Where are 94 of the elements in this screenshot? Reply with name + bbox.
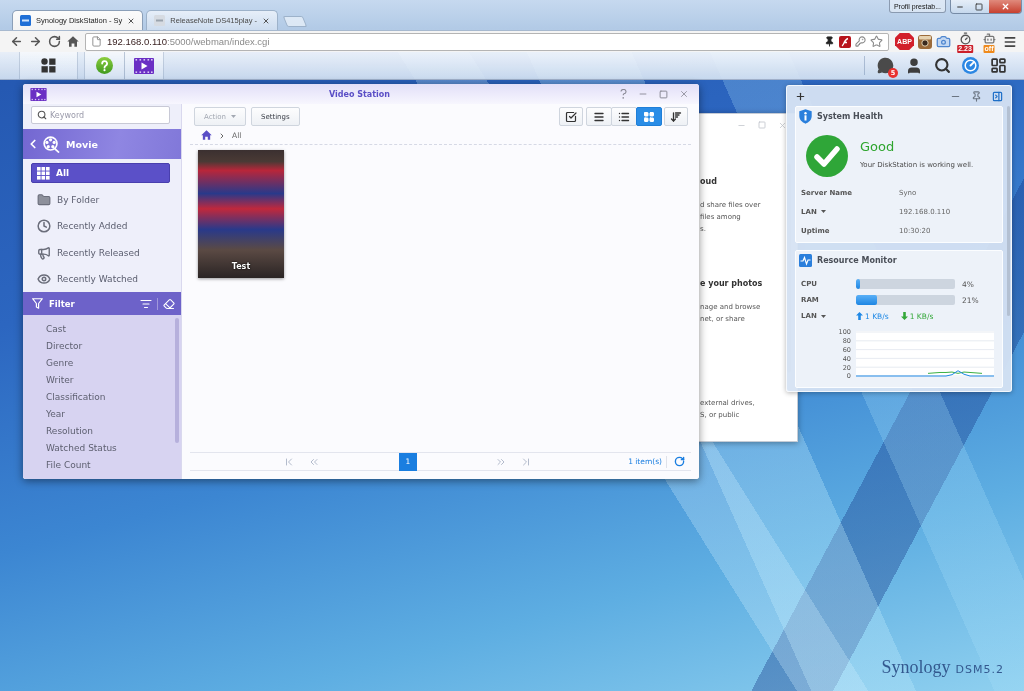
video-thumbnail[interactable]: Test [198,150,284,278]
filter-item[interactable]: Year [46,406,181,424]
sort-button[interactable] [664,107,688,126]
close-icon [1000,2,1010,11]
maximize-icon [975,2,983,11]
page-icon [91,36,102,47]
refresh-icon[interactable] [674,456,685,467]
taskbar-button[interactable] [19,52,78,79]
forward-icon[interactable] [29,35,42,48]
filter-item[interactable]: Director [46,338,181,356]
search-field[interactable]: Keyword [31,106,170,124]
panel-collapse-icon[interactable] [992,90,1003,102]
reload-icon[interactable] [48,35,61,48]
checkbox-icon [565,110,577,123]
filter-item[interactable]: Cast [46,321,181,339]
page-icon [20,15,31,26]
grid-icon [37,166,50,180]
version-text: DSM5.2 [955,663,1004,676]
library-title: Movie [66,138,98,150]
film-reel-icon [43,135,60,153]
panels-layout-icon[interactable] [990,57,1007,74]
health-status: Good [860,138,895,155]
filter-item[interactable]: Writer [46,372,181,390]
back-icon[interactable] [10,35,23,48]
key-icon[interactable] [855,36,866,47]
bookmark-star-icon[interactable] [870,35,883,48]
maximize-button[interactable] [969,0,989,13]
scrollbar[interactable] [175,318,179,444]
pin-icon[interactable] [824,36,835,47]
folder-icon [37,192,51,207]
filter-item[interactable]: Genre [46,355,181,373]
info-shield-icon [799,109,812,124]
stopwatch-icon[interactable] [958,31,972,45]
eraser-icon[interactable] [163,297,175,310]
caret-icon [230,115,236,118]
robot-icon[interactable] [982,31,996,45]
filter-title: Filter [49,298,75,309]
film-play-icon [30,87,47,101]
search-icon[interactable] [934,57,951,74]
close-tab-icon[interactable] [127,16,136,25]
window-title: Video Station [329,89,390,99]
close-button[interactable] [989,0,1021,13]
retro-camera-icon[interactable] [918,34,932,49]
detail-view-icon [618,110,630,123]
filter-item[interactable]: File Count [46,457,181,475]
user-icon[interactable] [905,56,923,75]
close-tab-icon[interactable] [262,16,270,25]
home-icon[interactable] [201,130,212,141]
list-view-icon [593,110,605,123]
widget-title: System Health [817,112,883,121]
filter-item[interactable]: Watched Status [46,440,181,458]
nav-item[interactable]: Recently Watched [31,269,170,290]
eye-icon [37,272,51,287]
check-circle-icon [806,135,848,177]
taskbar-button[interactable] [124,52,164,79]
nav-item[interactable]: Recently Added [31,216,170,237]
grid-view-icon [643,110,655,123]
gauge-icon[interactable] [962,57,979,74]
nav-item[interactable]: Recently Released [31,242,170,263]
speech-bubble-icon[interactable] [876,57,894,74]
help-icon[interactable] [620,89,627,99]
plugin-icon[interactable] [839,35,851,48]
home-icon[interactable] [67,36,79,47]
menu-icon[interactable] [1003,34,1017,49]
page-icon [154,15,166,26]
add-icon[interactable] [795,90,806,102]
chevron-icon [218,131,226,140]
help-icon [96,57,113,74]
download-arrow-icon [900,312,908,320]
caret-icon [820,210,826,213]
select-button[interactable] [559,107,583,126]
funnel-icon [32,298,43,310]
nav-item[interactable]: All [31,163,170,183]
search-icon [37,110,47,120]
pulse-icon [799,254,812,267]
clock-icon [37,219,51,234]
film-play-icon [134,57,154,74]
widget-title: Resource Monitor [817,256,897,265]
filter-item[interactable]: Classification [46,389,181,407]
megaphone-icon [37,245,51,260]
minimize-button[interactable] [951,0,969,13]
app-grid-icon [41,58,56,73]
caret-icon [820,314,826,318]
section-heading: e your photos [700,278,763,290]
close-icon[interactable] [679,89,689,99]
sort-icon [670,110,682,123]
address-field[interactable]: 192.168.0.110:5000/webman/index.cgi [85,32,889,51]
section-heading: oud [700,176,717,188]
brand-logo-text: Synology [881,657,951,678]
nav-item[interactable]: By Folder [31,189,170,210]
scrollbar[interactable] [1007,106,1010,316]
list-options-icon[interactable] [140,297,152,310]
upload-arrow-icon [856,312,863,320]
filter-item[interactable]: Resolution [46,423,181,441]
